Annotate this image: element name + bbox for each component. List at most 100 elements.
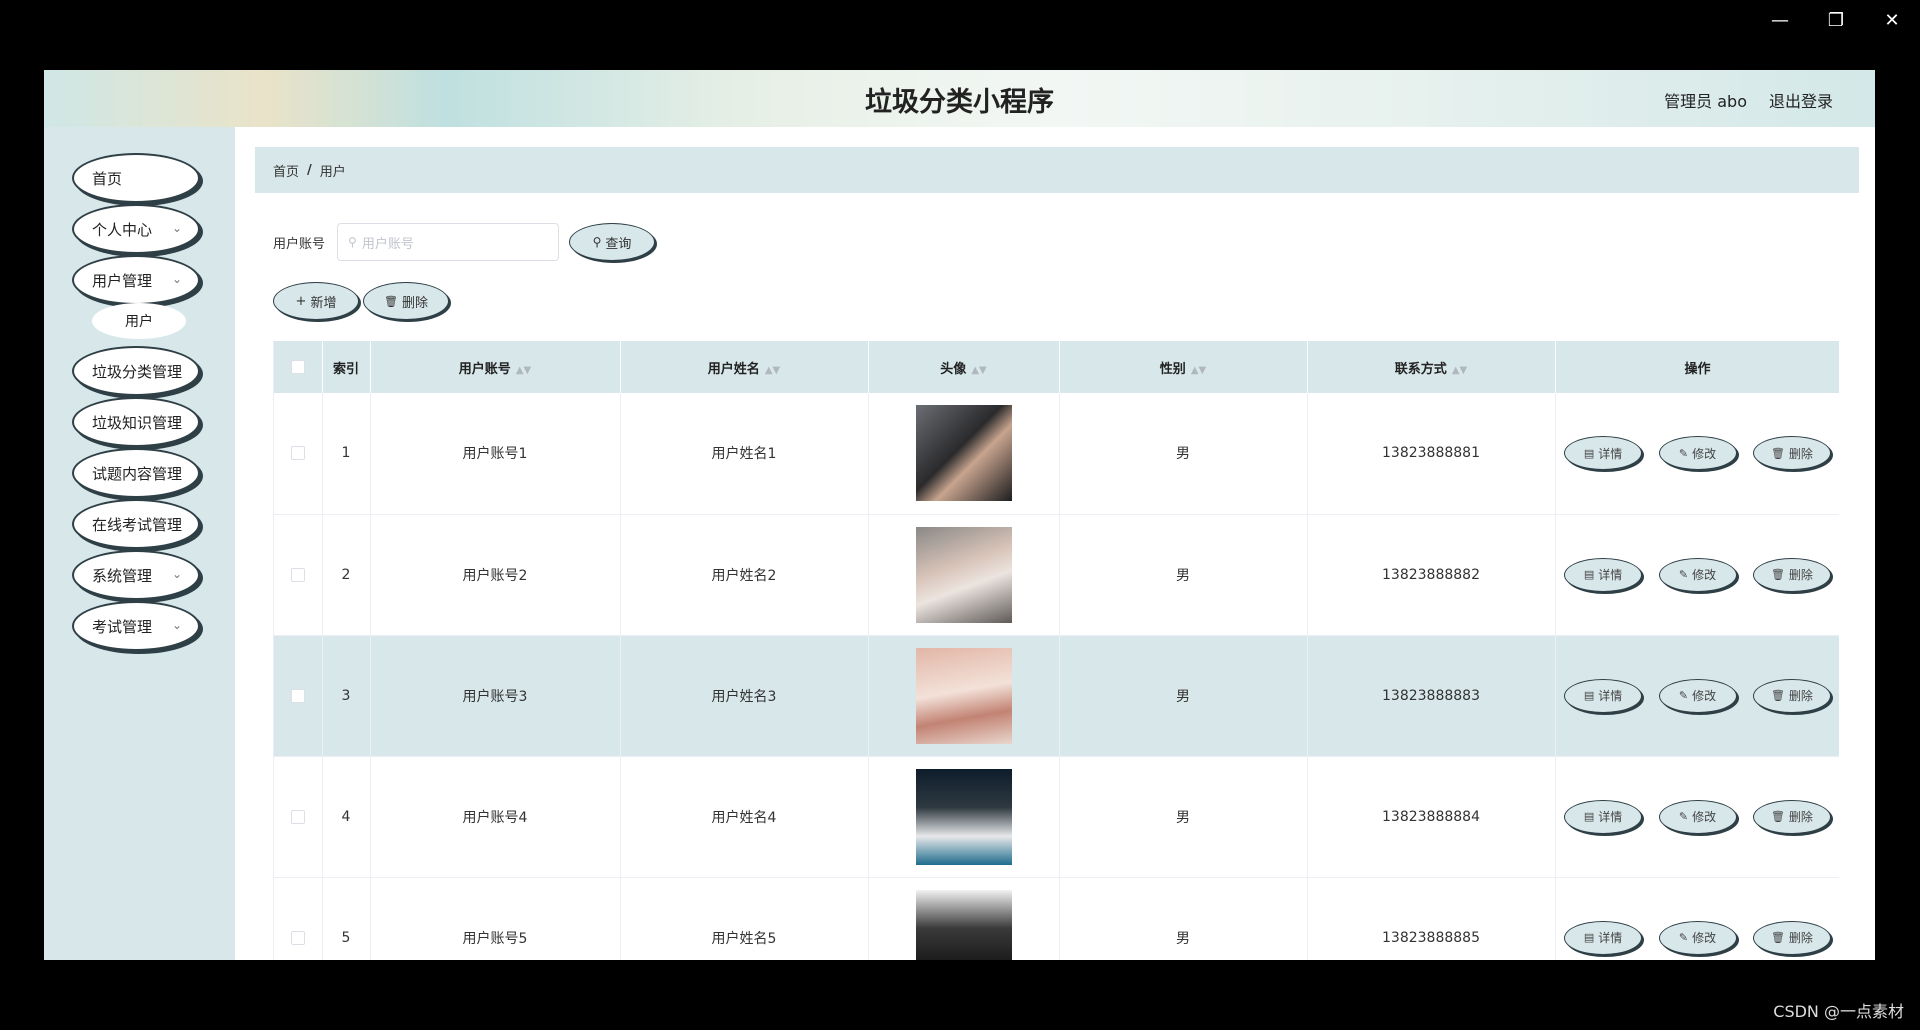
- sidebar-item-online-exam[interactable]: 在线考试管理: [72, 499, 200, 549]
- csdn-watermark: CSDN @一点素材: [1773, 1002, 1904, 1021]
- delete-button[interactable]: 🗑 删除: [1752, 799, 1831, 834]
- avatar[interactable]: [915, 526, 1012, 623]
- col-header-avatar[interactable]: 头像 ▲▼: [868, 341, 1060, 393]
- sort-icon[interactable]: ▲▼: [1191, 365, 1206, 376]
- edit-label: 修改: [1692, 568, 1717, 582]
- add-button[interactable]: + 新增: [273, 282, 359, 320]
- document-icon: ▤: [1583, 810, 1595, 823]
- restore-icon[interactable]: ❐: [1808, 0, 1864, 40]
- table-row: 3 用户账号3 用户姓名3 男 13823888883 ▤ 详情 ✎ 修改 🗑 删除: [274, 635, 1839, 757]
- row-checkbox[interactable]: [290, 446, 305, 461]
- avatar[interactable]: [915, 768, 1012, 865]
- minimize-icon[interactable]: —: [1752, 0, 1808, 40]
- delete-button[interactable]: 🗑 删除: [1752, 557, 1831, 592]
- avatar[interactable]: [915, 405, 1012, 502]
- col-header-account[interactable]: 用户账号 ▲▼: [370, 341, 621, 393]
- edit-button[interactable]: ✎ 修改: [1658, 920, 1737, 955]
- detail-button[interactable]: ▤ 详情: [1564, 920, 1643, 955]
- query-button[interactable]: ⚲ 查询: [569, 223, 656, 261]
- cell-index: 2: [322, 514, 371, 636]
- row-checkbox[interactable]: [290, 930, 305, 945]
- edit-button[interactable]: ✎ 修改: [1658, 799, 1737, 834]
- col-header-label: 用户账号: [458, 361, 511, 377]
- sidebar-item-label: 考试管理: [92, 617, 153, 636]
- cell-avatar: [868, 756, 1060, 878]
- col-header-ops: 操作: [1555, 341, 1839, 393]
- trash-icon: 🗑: [1770, 689, 1785, 702]
- delete-button[interactable]: 🗑 删除: [1752, 920, 1831, 955]
- col-header-gender[interactable]: 性别 ▲▼: [1059, 341, 1308, 393]
- sidebar-item-exam[interactable]: 考试管理 ⌄: [72, 601, 200, 651]
- close-icon[interactable]: ✕: [1864, 0, 1920, 40]
- edit-button[interactable]: ✎ 修改: [1658, 678, 1737, 713]
- delete-button[interactable]: 🗑 删除: [1752, 678, 1831, 713]
- search-icon: ⚲: [592, 235, 602, 249]
- sort-icon[interactable]: ▲▼: [765, 365, 780, 376]
- col-header-label: 联系方式: [1394, 361, 1447, 377]
- cell-account: 用户账号5: [370, 877, 621, 960]
- row-checkbox[interactable]: [290, 688, 305, 703]
- cell-index: 3: [322, 635, 371, 757]
- sidebar-item-personal-center[interactable]: 个人中心 ⌄: [72, 204, 200, 254]
- row-checkbox[interactable]: [290, 809, 305, 824]
- edit-button[interactable]: ✎ 修改: [1658, 557, 1737, 592]
- table-row: 1 用户账号1 用户姓名1 男 13823888881 ▤ 详情 ✎ 修改 🗑 删除: [274, 393, 1839, 515]
- sidebar-item-label: 垃圾分类管理: [92, 362, 183, 381]
- delete-button-label: 删除: [401, 295, 428, 311]
- sort-icon[interactable]: ▲▼: [516, 365, 531, 376]
- table-header-row: 索引 用户账号 ▲▼ 用户姓名 ▲▼ 头像 ▲▼ 性别 ▲▼ 联系方式 ▲▼ 操作: [274, 341, 1839, 393]
- avatar[interactable]: [915, 647, 1012, 744]
- row-checkbox[interactable]: [290, 567, 305, 582]
- col-header-label: 头像: [940, 361, 967, 377]
- detail-button[interactable]: ▤ 详情: [1564, 678, 1643, 713]
- select-all-checkbox[interactable]: [290, 360, 305, 374]
- pencil-icon: ✎: [1678, 689, 1689, 702]
- cell-avatar: [868, 393, 1060, 515]
- logout-link[interactable]: 退出登录: [1769, 88, 1833, 112]
- edit-button[interactable]: ✎ 修改: [1658, 436, 1737, 471]
- cell-phone: 13823888883: [1307, 635, 1556, 757]
- avatar[interactable]: [915, 889, 1012, 960]
- cell-name: 用户姓名1: [620, 393, 869, 515]
- document-icon: ▤: [1583, 568, 1595, 581]
- sidebar-item-home[interactable]: 首页: [72, 153, 200, 203]
- cell-gender: 男: [1059, 756, 1308, 878]
- sidebar-item-garbage-category[interactable]: 垃圾分类管理: [72, 346, 200, 396]
- pencil-icon: ✎: [1678, 931, 1689, 944]
- user-info: 管理员 abo 退出登录: [1664, 88, 1833, 112]
- sidebar-item-user-management[interactable]: 用户管理 ⌄: [72, 255, 200, 305]
- app-window: 垃圾分类小程序 管理员 abo 退出登录 首页 个人中心 ⌄ 用户管理 ⌄ 用户 垃…: [44, 70, 1875, 960]
- detail-label: 详情: [1598, 931, 1623, 945]
- select-all-checkbox-cell: [274, 341, 323, 393]
- sidebar-item-system[interactable]: 系统管理 ⌄: [72, 550, 200, 600]
- cell-name: 用户姓名3: [620, 635, 869, 757]
- document-icon: ▤: [1583, 931, 1595, 944]
- edit-label: 修改: [1692, 810, 1717, 824]
- sidebar-item-label: 试题内容管理: [92, 464, 183, 483]
- detail-button[interactable]: ▤ 详情: [1564, 436, 1643, 471]
- sidebar: 首页 个人中心 ⌄ 用户管理 ⌄ 用户 垃圾分类管理 垃圾知识管理 试题内容管理 在…: [44, 127, 235, 960]
- sidebar-item-garbage-knowledge[interactable]: 垃圾知识管理: [72, 397, 200, 447]
- sort-icon[interactable]: ▲▼: [971, 365, 986, 376]
- cell-account: 用户账号1: [370, 393, 621, 515]
- query-button-label: 查询: [605, 236, 632, 252]
- search-label: 用户账号: [273, 236, 326, 252]
- trash-icon: 🗑: [1770, 810, 1785, 823]
- detail-button[interactable]: ▤ 详情: [1564, 799, 1643, 834]
- delete-button[interactable]: 🗑 删除: [1752, 436, 1831, 471]
- search-input[interactable]: ⚲ 用户账号: [337, 223, 560, 261]
- breadcrumb-home[interactable]: 首页: [273, 161, 299, 180]
- breadcrumb-current: 用户: [319, 164, 346, 180]
- cell-phone: 13823888885: [1307, 877, 1556, 960]
- sidebar-item-label: 个人中心: [92, 220, 153, 239]
- sidebar-subitem-user[interactable]: 用户: [92, 303, 186, 339]
- sidebar-item-question-content[interactable]: 试题内容管理: [72, 448, 200, 498]
- detail-button[interactable]: ▤ 详情: [1564, 557, 1643, 592]
- cell-account: 用户账号4: [370, 756, 621, 878]
- sort-icon[interactable]: ▲▼: [1452, 365, 1467, 376]
- col-header-name[interactable]: 用户姓名 ▲▼: [620, 341, 869, 393]
- search-placeholder: 用户账号: [361, 236, 414, 252]
- col-header-phone[interactable]: 联系方式 ▲▼: [1307, 341, 1556, 393]
- batch-delete-button[interactable]: 🗑 删除: [363, 282, 449, 320]
- app-title: 垃圾分类小程序: [865, 87, 1054, 118]
